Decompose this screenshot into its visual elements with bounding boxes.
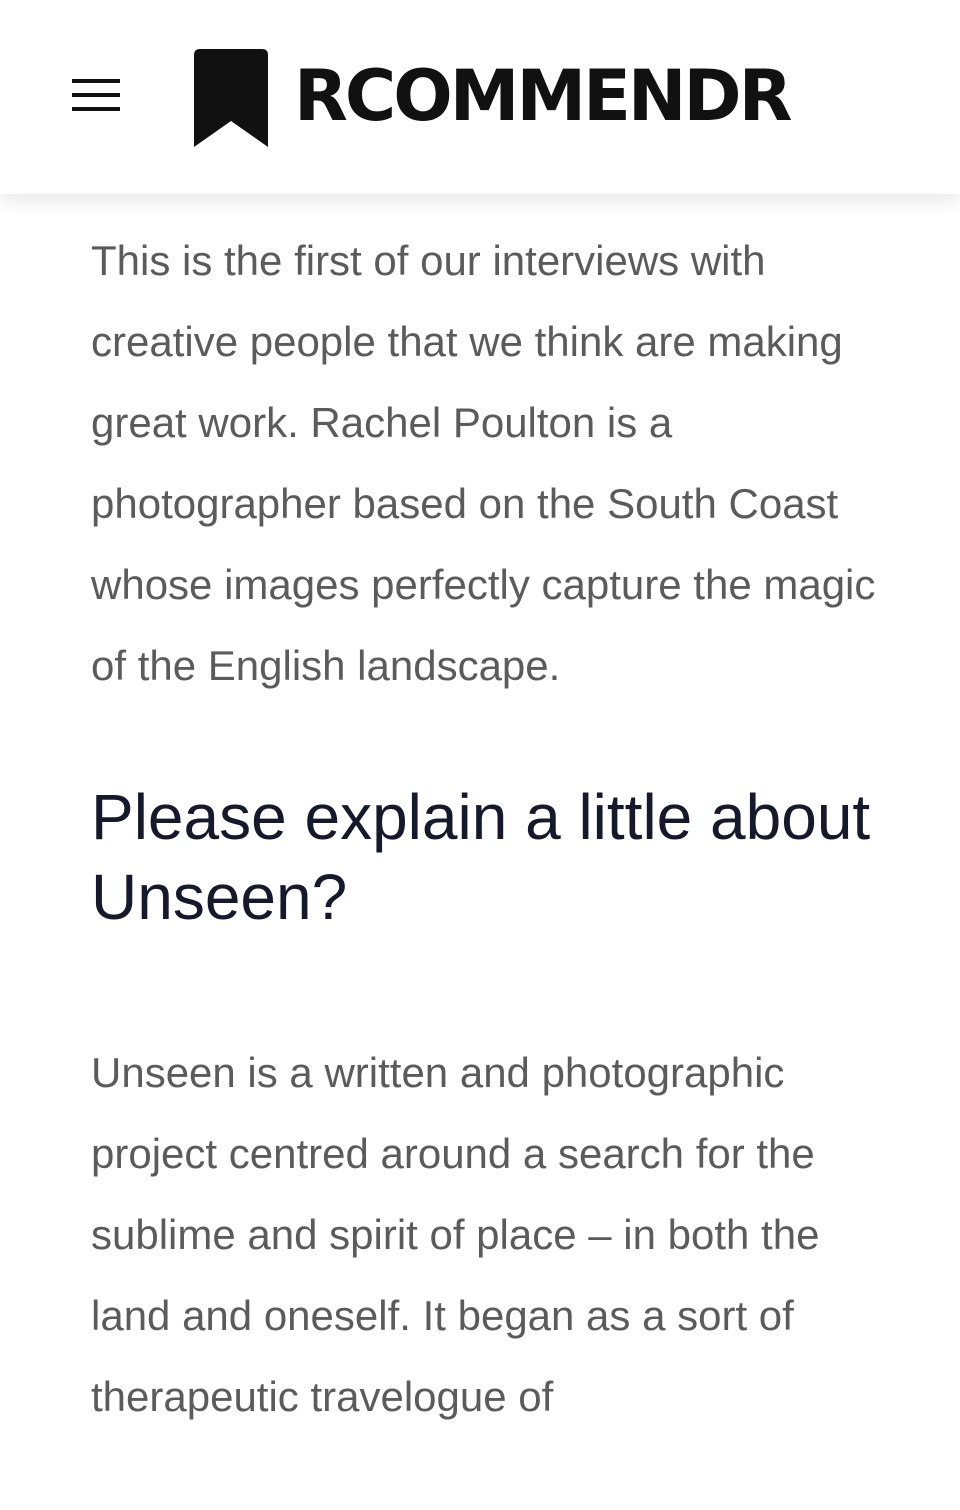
hamburger-menu-icon — [72, 79, 120, 111]
menu-button[interactable] — [64, 70, 128, 122]
bookmark-icon — [194, 49, 268, 147]
site-header: RCOMMENDR — [0, 0, 960, 194]
intro-paragraph: This is the first of our interviews with… — [91, 237, 876, 689]
site-logo[interactable]: RCOMMENDR — [194, 48, 793, 148]
question-heading: Please explain a little about Unseen? — [91, 781, 871, 933]
article-body: This is the first of our interviews with… — [91, 220, 881, 1437]
answer-paragraph: Unseen is a written and photographic pro… — [91, 1049, 820, 1420]
logo-wordmark: RCOMMENDR — [294, 55, 793, 137]
